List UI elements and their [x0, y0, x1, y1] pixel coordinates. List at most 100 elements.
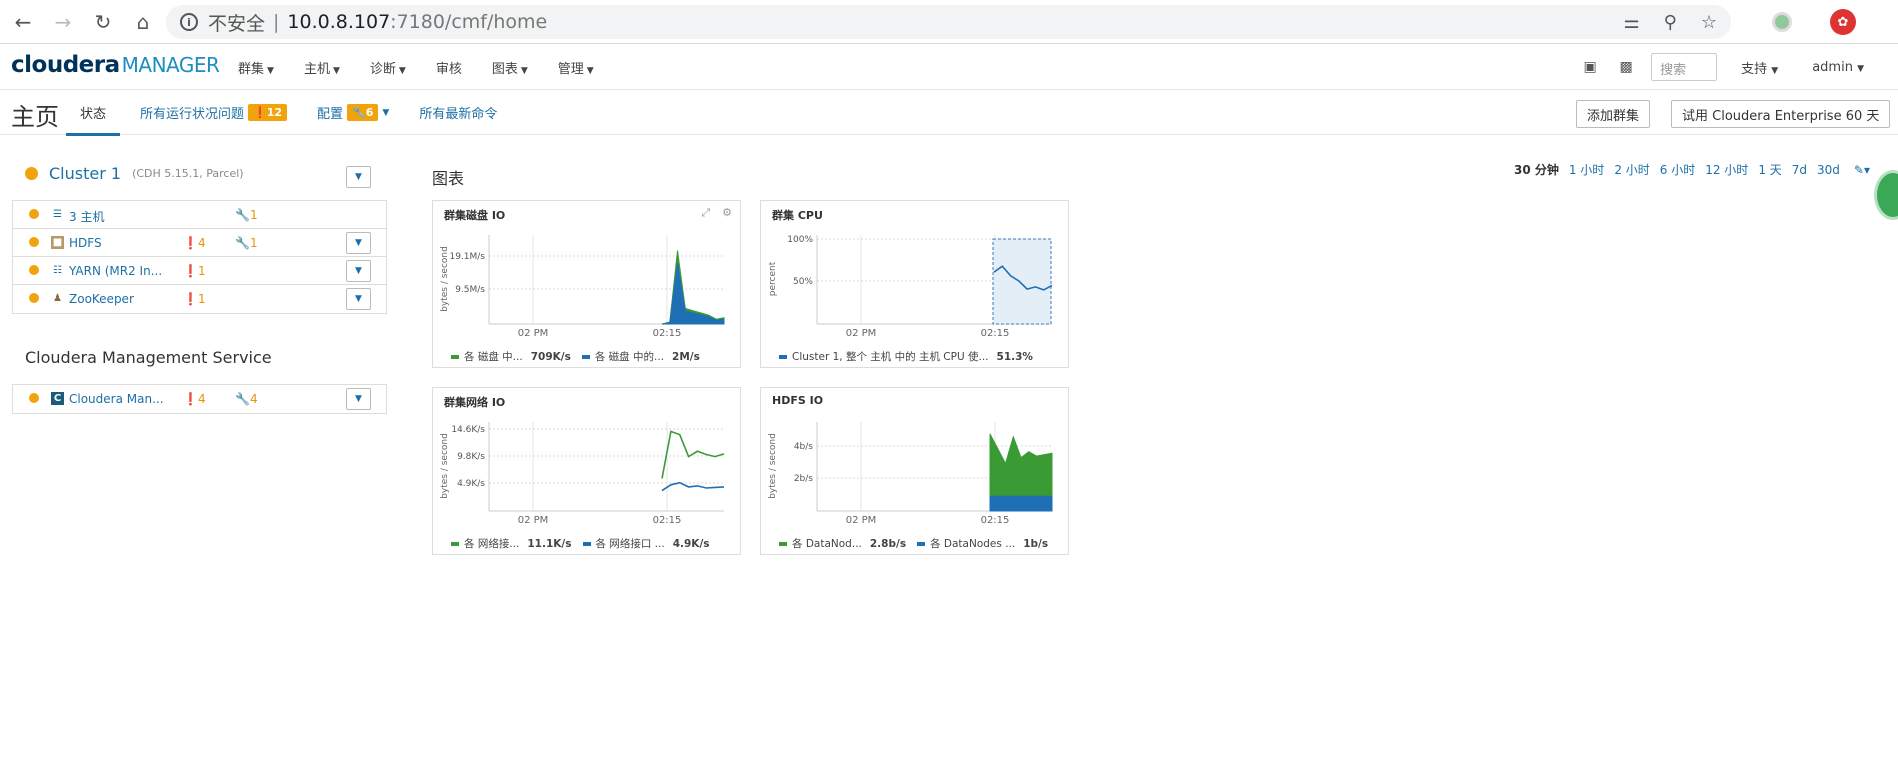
page-tabs: 状态 所有运行状况问题 ❗12 配置 🔧6 ▼ 所有最新命令 — [66, 90, 527, 136]
time-range-selector: 30 分钟 1 小时 2 小时 6 小时 12 小时 1 天 7d 30d ✎▾ — [1504, 161, 1870, 178]
profile-avatar[interactable]: ✿ — [1830, 9, 1856, 35]
forward-icon[interactable]: → — [48, 7, 78, 37]
trial-button[interactable]: 试用 Cloudera Enterprise 60 天 — [1671, 100, 1891, 128]
menu-administration[interactable]: 管理 ▼ — [558, 58, 594, 77]
search-input[interactable]: 搜索 — [1651, 53, 1718, 81]
warning-count: 4 — [197, 392, 206, 406]
logo-main: cloudera — [11, 52, 120, 78]
extension-icon[interactable] — [1772, 12, 1792, 32]
status-dot — [29, 237, 39, 247]
cloudera-manager-logo[interactable]: cloudera MANAGER — [11, 52, 220, 78]
badge-count: 6 — [365, 106, 374, 119]
time-range-30d[interactable]: 30d — [1817, 163, 1840, 177]
legend-series-value: 51.3% — [996, 350, 1033, 363]
cluster-status-dot — [25, 167, 38, 180]
x-tick-label: 02:15 — [653, 328, 682, 339]
charts-title: 图表 — [432, 169, 465, 188]
legend-series-value: 2M/s — [672, 350, 700, 363]
caret-down-icon: ▼ — [355, 294, 362, 304]
caret-down-icon: ▼ — [586, 65, 594, 76]
time-range-7d[interactable]: 7d — [1792, 163, 1807, 177]
service-row-mgmt: C Cloudera Man... ❗4 🔧4 ▼ — [13, 385, 386, 413]
health-warning-count[interactable]: ❗1 — [183, 264, 206, 278]
reload-icon[interactable]: ↻ — [88, 7, 118, 37]
service-name[interactable]: 3 主机 — [69, 208, 104, 225]
address-bar[interactable]: i 不安全 | 10.0.8.107 :7180/cmf/home ⚌ ⚲ ☆ — [166, 5, 1731, 39]
menu-hosts[interactable]: 主机 ▼ — [304, 58, 340, 77]
service-actions-dropdown[interactable]: ▼ — [346, 388, 371, 410]
menu-clusters[interactable]: 群集 ▼ — [238, 58, 274, 77]
info-icon[interactable]: i — [180, 13, 198, 31]
legend-series-name: 各 DataNod... — [792, 538, 862, 550]
health-warning-count[interactable]: ❗4 — [183, 392, 206, 406]
config-issue-count[interactable]: 🔧4 — [235, 392, 258, 406]
tab-status[interactable]: 状态 — [66, 90, 121, 136]
chart-plot[interactable]: percent 100% 50% 02 PM 02:15 — [761, 201, 1070, 369]
floating-help-icon[interactable] — [1874, 170, 1898, 220]
legend-series-name: 各 DataNodes ... — [930, 538, 1016, 550]
service-name[interactable]: YARN (MR2 In... — [69, 264, 162, 278]
caret-down-icon: ▼ — [382, 107, 390, 118]
legend-series-name: Cluster 1, 整个 主机 中的 主机 CPU 使... — [792, 351, 989, 363]
time-range-12h[interactable]: 12 小时 — [1705, 161, 1748, 178]
service-name[interactable]: HDFS — [69, 236, 102, 250]
tab-recent-commands[interactable]: 所有最新命令 — [419, 90, 497, 135]
bookmark-star-icon[interactable]: ☆ — [1701, 12, 1717, 33]
legend-series-value: 11.1K/s — [527, 537, 572, 550]
hosts-list-icon: ☰ — [53, 209, 62, 220]
config-issue-count[interactable]: 🔧1 — [235, 236, 258, 250]
health-warning-count[interactable]: ❗1 — [183, 292, 206, 306]
mgmt-services-table: C Cloudera Man... ❗4 🔧4 ▼ — [12, 384, 387, 414]
running-commands-icon[interactable]: ▩ — [1615, 59, 1637, 75]
translate-icon[interactable]: ⚌ — [1624, 12, 1640, 33]
time-range-2h[interactable]: 2 小时 — [1614, 161, 1649, 178]
time-range-6h[interactable]: 6 小时 — [1660, 161, 1695, 178]
user-label: admin — [1812, 59, 1853, 75]
service-name[interactable]: Cloudera Man... — [69, 392, 164, 406]
zoom-icon[interactable]: ⚲ — [1664, 12, 1677, 33]
service-actions-dropdown[interactable]: ▼ — [346, 232, 371, 254]
time-range-30m[interactable]: 30 分钟 — [1514, 161, 1559, 178]
chart-plot[interactable]: bytes / second14.6K/s 9.8K/s 4.9K/s 02 PM 02… — [433, 388, 742, 556]
selection-region — [992, 238, 1052, 325]
cluster-actions-dropdown[interactable]: ▼ — [346, 166, 371, 188]
support-label: 支持 — [1741, 61, 1768, 77]
y-tick-label: 14.6K/s — [451, 425, 485, 435]
menu-audits[interactable]: 审核 — [436, 58, 462, 77]
cluster-header: Cluster 1 (CDH 5.15.1, Parcel) — [25, 164, 244, 183]
time-range-1h[interactable]: 1 小时 — [1569, 161, 1604, 178]
parcel-icon[interactable]: ▣ — [1579, 59, 1601, 75]
back-icon[interactable]: ← — [8, 7, 38, 37]
tab-health-issues[interactable]: 所有运行状况问题 ❗12 — [140, 90, 288, 135]
cluster-name-link[interactable]: Cluster 1 — [49, 164, 121, 183]
menu-diagnostics[interactable]: 诊断 ▼ — [370, 58, 406, 77]
tab-configuration[interactable]: 配置 🔧6 ▼ — [317, 90, 389, 135]
chart-plot[interactable]: bytes / second 19.1M/s9.5M/s02 PM 02:15 — [433, 201, 742, 369]
legend-series-value: 2.8b/s — [869, 537, 907, 550]
home-icon[interactable]: ⌂ — [128, 7, 158, 37]
menu-label: 图表 — [491, 61, 518, 77]
user-menu[interactable]: admin ▼ — [1812, 60, 1864, 75]
edit-pencil-icon[interactable]: ✎▾ — [1854, 163, 1870, 177]
service-actions-dropdown[interactable]: ▼ — [346, 288, 371, 310]
address-separator: | — [273, 11, 280, 33]
add-cluster-button[interactable]: 添加群集 — [1576, 100, 1651, 128]
config-count: 1 — [249, 236, 258, 250]
support-menu[interactable]: 支持 ▼ — [1741, 58, 1778, 77]
menu-charts[interactable]: 图表 ▼ — [492, 58, 528, 77]
health-warning-count[interactable]: ❗4 — [183, 236, 206, 250]
config-count: 1 — [249, 208, 258, 222]
x-tick-label: 02:15 — [981, 328, 1010, 339]
caret-down-icon: ▼ — [355, 172, 362, 182]
menu-label: 管理 — [557, 61, 584, 77]
service-row-zookeeper: ♟ ZooKeeper ❗1 ▼ — [13, 285, 386, 313]
chart-legend: Cluster 1, 整个 主机 中的 主机 CPU 使... 51.3% — [779, 349, 1044, 364]
service-actions-dropdown[interactable]: ▼ — [346, 260, 371, 282]
service-name[interactable]: ZooKeeper — [69, 292, 134, 306]
caret-down-icon: ▼ — [1857, 63, 1864, 74]
time-range-1d[interactable]: 1 天 — [1758, 161, 1781, 178]
legend-swatch — [779, 354, 787, 359]
config-issue-count[interactable]: 🔧1 — [235, 208, 258, 222]
service-row-yarn: ☷ YARN (MR2 In... ❗1 ▼ — [13, 257, 386, 285]
chart-plot[interactable]: bytes / second 4b/s 2b/s 02 PM 02:15 — [761, 388, 1070, 556]
